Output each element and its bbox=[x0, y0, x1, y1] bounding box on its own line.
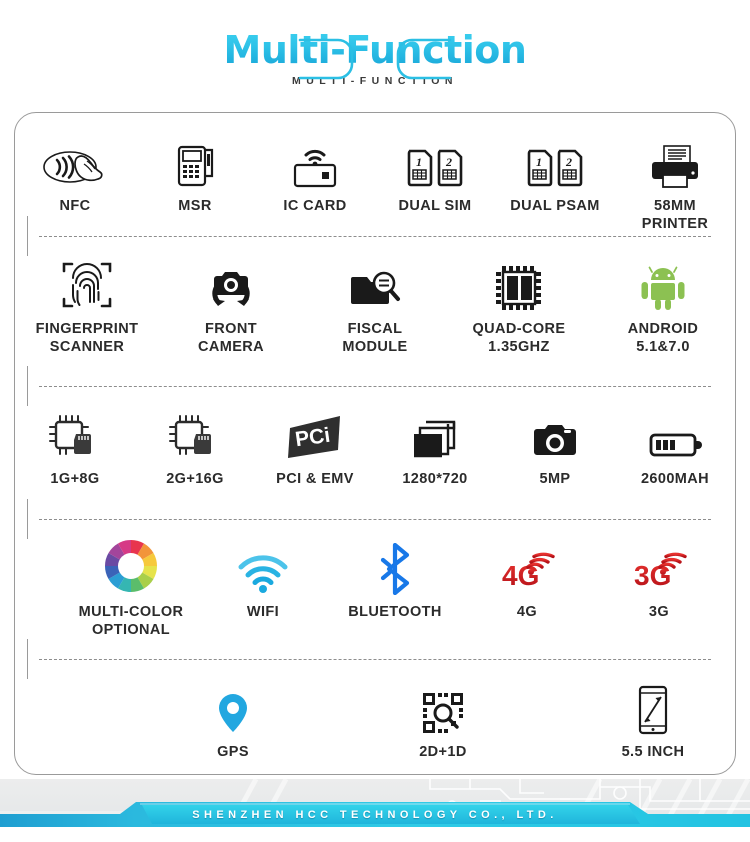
spec-item-cpu: QUAD-CORE 1.35GHZ bbox=[461, 254, 577, 356]
spec-item-barcode: 2D+1D bbox=[385, 677, 501, 761]
bluetooth-icon bbox=[373, 537, 417, 595]
company-banner bbox=[0, 802, 750, 827]
spec-item-ic-card: IC CARD bbox=[257, 131, 373, 215]
3g-signal-icon: 3G bbox=[630, 537, 688, 595]
spec-item-pci-emv: PCi PCI & EMV bbox=[257, 404, 373, 488]
nfc-icon bbox=[42, 131, 108, 189]
spec-item-bluetooth: BLUETOOTH bbox=[337, 537, 453, 621]
spec-item-dual-psam: 1 2 DUAL PSAM bbox=[497, 131, 613, 215]
spec-label: DUAL SIM bbox=[398, 198, 472, 214]
svg-text:2: 2 bbox=[445, 155, 452, 169]
spec-item-memory-1g8g: 1G+8G bbox=[17, 404, 133, 488]
4g-signal-icon: 4G bbox=[498, 537, 556, 595]
gps-pin-icon bbox=[213, 677, 253, 735]
fingerprint-icon bbox=[60, 254, 114, 312]
page-title: Multi-Function bbox=[223, 28, 527, 72]
spec-label: 58MM PRINTER bbox=[641, 198, 709, 232]
spec-label: MULTI-COLOR OPTIONAL bbox=[78, 604, 184, 638]
spec-label: 3G bbox=[648, 604, 670, 620]
pci-logo-icon: PCi bbox=[284, 404, 346, 462]
camera-icon bbox=[530, 404, 580, 462]
spec-label: 5MP bbox=[539, 471, 571, 487]
spec-item-fingerprint: FINGERPRINT SCANNER bbox=[29, 254, 145, 356]
pos-terminal-icon bbox=[171, 131, 219, 189]
spec-label: 1G+8G bbox=[50, 471, 100, 487]
spec-row-2: FINGERPRINT SCANNER FRONT CAMERA FISCAL … bbox=[15, 236, 735, 386]
spec-item-msr: MSR bbox=[137, 131, 253, 215]
spec-item-resolution: 1280*720 bbox=[377, 404, 493, 488]
spec-item-fiscal-module: FISCAL MODULE bbox=[317, 254, 433, 356]
spec-item-battery: 2600MAH bbox=[617, 404, 733, 488]
spec-label: FISCAL MODULE bbox=[342, 321, 408, 355]
bracket-left-icon bbox=[396, 38, 451, 80]
spec-item-camera-5mp: 5MP bbox=[497, 404, 613, 488]
fiscal-module-icon bbox=[348, 254, 402, 312]
bracket-right-icon bbox=[299, 38, 354, 80]
spec-label: DUAL PSAM bbox=[510, 198, 600, 214]
color-wheel-icon bbox=[102, 537, 160, 595]
cpu-chip-icon bbox=[495, 254, 543, 312]
spec-item-multicolor: MULTI-COLOR OPTIONAL bbox=[73, 537, 189, 639]
front-camera-icon bbox=[198, 254, 264, 312]
svg-text:PCi: PCi bbox=[294, 424, 332, 452]
spec-row-5: GPS 2D+1D 5.5 INCH bbox=[15, 659, 735, 771]
contactless-card-icon bbox=[287, 131, 343, 189]
spec-label: MSR bbox=[178, 198, 212, 214]
battery-icon bbox=[648, 404, 702, 462]
wifi-icon bbox=[237, 537, 289, 595]
spec-label: 4G bbox=[516, 604, 538, 620]
spec-item-screen-size: 5.5 INCH bbox=[595, 677, 711, 761]
spec-label: IC CARD bbox=[283, 198, 347, 214]
spec-row-1: NFC MSR IC CARD 1 2 DUAL SIM 1 2 DUAL PS… bbox=[15, 113, 735, 236]
spec-label: BLUETOOTH bbox=[348, 604, 442, 620]
memory-chip-icon bbox=[168, 404, 222, 462]
spec-label: QUAD-CORE 1.35GHZ bbox=[472, 321, 566, 355]
spec-item-memory-2g16g: 2G+16G bbox=[137, 404, 253, 488]
spec-item-front-camera: FRONT CAMERA bbox=[173, 254, 289, 356]
spec-label: 1280*720 bbox=[402, 471, 468, 487]
spec-label: WIFI bbox=[246, 604, 280, 620]
svg-text:2: 2 bbox=[565, 155, 572, 169]
printer-icon bbox=[649, 131, 701, 189]
spec-label: PCI & EMV bbox=[276, 471, 354, 487]
svg-text:1: 1 bbox=[416, 155, 422, 169]
phone-screen-icon bbox=[634, 677, 672, 735]
svg-text:1: 1 bbox=[536, 155, 542, 169]
dual-sim-icon: 1 2 bbox=[405, 131, 465, 189]
spec-row-3: 1G+8G 2G+16G PCi PCI & EMV 1280*720 5MP … bbox=[15, 386, 735, 519]
spec-item-wifi: WIFI bbox=[205, 537, 321, 621]
title-main-wrap: Multi-Function bbox=[223, 28, 527, 80]
spec-label: FRONT CAMERA bbox=[197, 321, 265, 355]
spec-label: 2D+1D bbox=[419, 744, 467, 760]
spec-item-gps: GPS bbox=[175, 677, 291, 761]
spec-item-4g: 4G 4G bbox=[469, 537, 585, 621]
memory-chip-icon bbox=[48, 404, 102, 462]
android-icon bbox=[639, 254, 687, 312]
spec-item-nfc: NFC bbox=[17, 131, 133, 215]
spec-label: 2G+16G bbox=[166, 471, 224, 487]
spec-item-android: ANDROID 5.1&7.0 bbox=[605, 254, 721, 356]
spec-label: FINGERPRINT SCANNER bbox=[35, 321, 139, 355]
spec-label: ANDROID 5.1&7.0 bbox=[627, 321, 699, 355]
spec-item-3g: 3G 3G bbox=[601, 537, 717, 621]
footer: SHENZHEN HCC TECHNOLOGY CO., LTD. bbox=[0, 779, 750, 842]
spec-item-dual-sim: 1 2 DUAL SIM bbox=[377, 131, 493, 215]
spec-item-printer: 58MM PRINTER bbox=[617, 131, 733, 233]
specs-card: NFC MSR IC CARD 1 2 DUAL SIM 1 2 DUAL PS… bbox=[14, 112, 736, 775]
spec-label: 5.5 INCH bbox=[621, 744, 685, 760]
spec-label: GPS bbox=[217, 744, 249, 760]
spec-label: NFC bbox=[59, 198, 91, 214]
resolution-icon bbox=[410, 404, 460, 462]
spec-label: 2600MAH bbox=[640, 471, 710, 487]
page-title-block: Multi-Function MULTI-FUNCTION bbox=[0, 28, 750, 94]
barcode-scan-icon bbox=[421, 677, 465, 735]
spec-row-4: MULTI-COLOR OPTIONAL WIFI BLUETOOTH 4G 4… bbox=[15, 519, 735, 659]
dual-psam-icon: 1 2 bbox=[525, 131, 585, 189]
